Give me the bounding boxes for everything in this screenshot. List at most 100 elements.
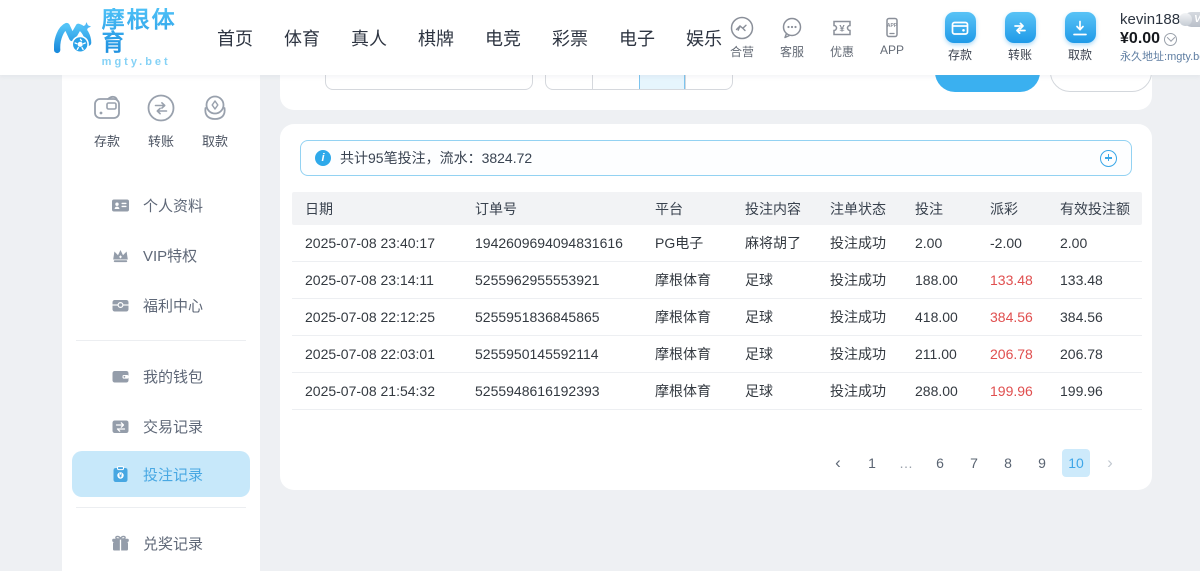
expand-plus-icon[interactable] xyxy=(1100,150,1117,167)
nav-item-8[interactable]: 娱乐 xyxy=(686,25,722,51)
table-cell: 投注成功 xyxy=(830,233,915,253)
promotions-link[interactable]: ¥ 优惠 xyxy=(822,15,862,60)
table-cell: 足球 xyxy=(745,344,830,364)
transfer-outline-icon xyxy=(142,89,180,127)
table-row: 2025-07-08 21:54:325255948616192393摩根体育足… xyxy=(292,373,1142,410)
sidebar-item-crown[interactable]: VIP特权 xyxy=(62,230,260,280)
pagination: ‹1…678910› xyxy=(824,449,1124,477)
sidebar-item-transaction[interactable]: 交易记录 xyxy=(62,401,260,451)
table-cell: PG电子 xyxy=(655,233,745,253)
user-info[interactable]: kevin188 VIP0 ¥0.00 永久地址:mgty.bet xyxy=(1120,11,1200,65)
partner-label: 合营 xyxy=(730,43,754,60)
brand-logo[interactable]: 摩根体育 mgty.bet xyxy=(54,8,181,68)
page-1[interactable]: 1 xyxy=(858,449,886,477)
table-cell: 投注成功 xyxy=(830,270,915,290)
summary-bar: i 共计95笔投注，流水：3824.72 xyxy=(300,140,1132,176)
nav-item-3[interactable]: 真人 xyxy=(351,25,387,51)
table-cell: 2025-07-08 23:40:17 xyxy=(305,235,475,251)
sidebar: 存款 转账 取款 个人资料 VIP特权福利中心我的钱包交易记录 ¥投注记录兑奖记录 xyxy=(62,75,260,571)
brand-name: 摩根体育 xyxy=(102,8,181,54)
permanent-address: 永久地址:mgty.bet xyxy=(1120,51,1200,64)
sidebar-item-label: 交易记录 xyxy=(143,416,203,437)
column-header: 投注内容 xyxy=(745,199,830,219)
transfer-label: 转账 xyxy=(1008,46,1032,63)
coupon-icon: ¥ xyxy=(829,15,855,41)
nav-item-1[interactable]: 首页 xyxy=(217,25,253,51)
table-cell: 摩根体育 xyxy=(655,307,745,327)
sidebar-item-label: 个人资料 xyxy=(143,195,203,216)
nav-item-2[interactable]: 体育 xyxy=(284,25,320,51)
partner-link[interactable]: 合营 xyxy=(722,15,762,60)
withdraw-label: 取款 xyxy=(1068,46,1092,63)
column-header: 日期 xyxy=(305,199,475,219)
username: kevin188 xyxy=(1120,11,1180,28)
sidebar-item-label: 我的钱包 xyxy=(143,366,203,387)
page-8[interactable]: 8 xyxy=(994,449,1022,477)
table-cell: 足球 xyxy=(745,307,830,327)
benefit-icon xyxy=(110,295,130,315)
nav-item-5[interactable]: 电竞 xyxy=(485,25,521,51)
sidebar-item-bet-record-active[interactable]: ¥投注记录 xyxy=(72,451,250,497)
table-cell: 384.56 xyxy=(990,309,1060,325)
nav-item-6[interactable]: 彩票 xyxy=(552,25,588,51)
customer-service-icon xyxy=(779,15,805,41)
withdraw-button[interactable]: 取款 xyxy=(1058,12,1102,63)
customer-service-link[interactable]: 客服 xyxy=(772,15,812,60)
page-9[interactable]: 9 xyxy=(1028,449,1056,477)
app-download-link[interactable]: APP APP xyxy=(872,15,912,60)
sidebar-deposit-button[interactable]: 存款 xyxy=(84,89,130,150)
sidebar-withdraw-button[interactable]: 取款 xyxy=(192,89,238,150)
top-bar: 摩根体育 mgty.bet 首页 体育 真人 棋牌 电竞 彩票 电子 娱乐 合营 客服 ¥ xyxy=(0,0,1200,75)
header-links: 合营 客服 ¥ 优惠 APP APP xyxy=(722,15,912,60)
table-row: 2025-07-08 22:03:015255950145592114摩根体育足… xyxy=(292,336,1142,373)
page-6[interactable]: 6 xyxy=(926,449,954,477)
table-row: 2025-07-08 23:14:115255962955553921摩根体育足… xyxy=(292,262,1142,299)
balance-amount: ¥0.00 xyxy=(1120,30,1160,48)
table-cell: 摩根体育 xyxy=(655,381,745,401)
table-cell: 2.00 xyxy=(1060,235,1142,251)
sidebar-item-id-card[interactable]: 个人资料 xyxy=(62,180,260,230)
balance-dropdown-icon[interactable] xyxy=(1164,33,1177,46)
app-download-label: APP xyxy=(880,43,904,57)
table-row: 2025-07-08 23:40:171942609694094831616PG… xyxy=(292,225,1142,262)
table-cell: 418.00 xyxy=(915,309,990,325)
deposit-button[interactable]: 存款 xyxy=(938,12,982,63)
transfer-button[interactable]: 转账 xyxy=(998,12,1042,63)
table-cell: 5255950145592114 xyxy=(475,346,655,362)
sidebar-transfer-button[interactable]: 转账 xyxy=(138,89,184,150)
table-body: 2025-07-08 23:40:171942609694094831616PG… xyxy=(292,225,1142,410)
brand-text: 摩根体育 mgty.bet xyxy=(102,8,181,68)
table-cell: 199.96 xyxy=(1060,383,1142,399)
info-icon: i xyxy=(315,150,331,166)
sidebar-item-label: 福利中心 xyxy=(143,295,203,316)
logo-m-icon xyxy=(54,16,94,60)
page-7[interactable]: 7 xyxy=(960,449,988,477)
header-wallet-actions: 存款 转账 取款 xyxy=(938,12,1102,63)
table-cell: 5255948616192393 xyxy=(475,383,655,399)
crown-icon xyxy=(110,245,130,265)
sidebar-item-prize[interactable]: 兑奖记录 xyxy=(62,518,260,568)
nav-item-4[interactable]: 棋牌 xyxy=(418,25,454,51)
page-10[interactable]: 10 xyxy=(1062,449,1090,477)
summary-text: 共计95笔投注，流水：3824.72 xyxy=(340,148,532,168)
svg-text:¥: ¥ xyxy=(839,24,845,35)
bet-record-icon: ¥ xyxy=(110,464,130,484)
sidebar-item-benefit[interactable]: 福利中心 xyxy=(62,280,260,330)
sidebar-transfer-label: 转账 xyxy=(148,131,174,150)
column-header: 订单号 xyxy=(475,199,655,219)
table-cell: 2.00 xyxy=(915,235,990,251)
sidebar-quick-actions: 存款 转账 取款 xyxy=(62,75,260,150)
main-nav: 首页 体育 真人 棋牌 电竞 彩票 电子 娱乐 xyxy=(217,25,722,51)
table-cell: 摩根体育 xyxy=(655,344,745,364)
customer-service-label: 客服 xyxy=(780,43,804,60)
next-page-icon[interactable]: › xyxy=(1096,449,1124,477)
sidebar-item-wallet[interactable]: 我的钱包 xyxy=(62,351,260,401)
table-cell: 211.00 xyxy=(915,346,990,362)
table-cell: 5255951836845865 xyxy=(475,309,655,325)
column-header: 派彩 xyxy=(990,199,1060,219)
table-row: 2025-07-08 22:12:255255951836845865摩根体育足… xyxy=(292,299,1142,336)
table-cell: 投注成功 xyxy=(830,344,915,364)
prev-page-icon[interactable]: ‹ xyxy=(824,449,852,477)
table-cell: 5255962955553921 xyxy=(475,272,655,288)
nav-item-7[interactable]: 电子 xyxy=(619,25,655,51)
